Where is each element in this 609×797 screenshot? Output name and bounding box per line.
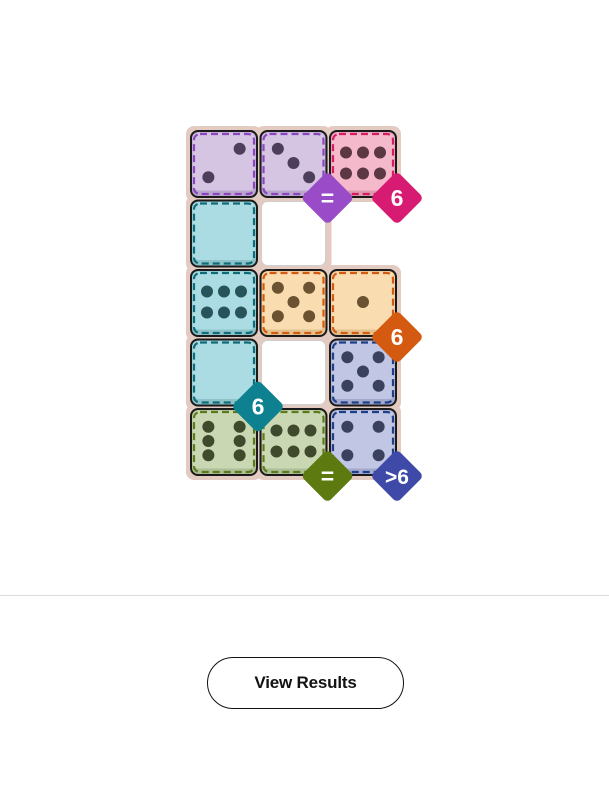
game-board: = 6 6 6 = >6 <box>0 0 609 595</box>
pip <box>287 157 300 169</box>
pip <box>218 285 230 298</box>
pip <box>287 445 300 458</box>
pip <box>372 351 385 364</box>
constraint-label: 6 <box>252 394 265 420</box>
pip <box>340 167 352 180</box>
pip <box>357 365 369 378</box>
die-face <box>192 132 256 191</box>
die-face <box>192 271 256 330</box>
pip <box>235 285 247 298</box>
pip <box>372 379 385 392</box>
pip <box>287 424 300 437</box>
pip <box>270 424 283 437</box>
pip <box>201 306 213 319</box>
pip <box>341 379 354 392</box>
pip <box>340 146 352 159</box>
pip <box>233 142 246 155</box>
die-face <box>331 410 395 469</box>
pip <box>341 449 354 462</box>
constraint-label: 6 <box>391 324 404 350</box>
constraint-label: 6 <box>391 185 404 211</box>
pip <box>304 424 317 437</box>
constraint-label: = <box>321 463 334 489</box>
pip <box>287 296 300 308</box>
pip <box>374 146 386 159</box>
pip <box>270 445 283 458</box>
die-cell[interactable] <box>259 269 328 337</box>
pip <box>357 146 369 159</box>
pip <box>202 449 215 462</box>
pip <box>201 285 213 298</box>
die-cell[interactable] <box>190 269 258 337</box>
constraint-label: = <box>321 185 334 211</box>
pip <box>303 310 316 323</box>
pip <box>357 167 369 180</box>
pip <box>303 171 316 184</box>
view-results-button[interactable]: View Results <box>207 657 404 709</box>
pip <box>304 445 317 458</box>
die-face <box>331 132 395 191</box>
pip <box>341 420 354 433</box>
pip <box>202 435 215 447</box>
pip <box>202 171 215 184</box>
pip <box>218 306 230 319</box>
die-face <box>192 341 256 399</box>
constraint-label: >6 <box>385 466 409 489</box>
pips-puzzle-grid: = 6 6 6 = >6 <box>186 126 422 501</box>
section-divider <box>0 595 609 596</box>
die-face <box>192 202 256 260</box>
pip <box>271 281 284 294</box>
pip <box>233 449 246 462</box>
die-cell[interactable] <box>190 130 258 198</box>
pip <box>372 449 385 462</box>
pip <box>357 296 369 308</box>
die-cell[interactable] <box>190 199 258 268</box>
pip <box>235 306 247 319</box>
pip <box>202 420 215 433</box>
pip <box>233 420 246 433</box>
pip <box>374 167 386 180</box>
pip <box>271 310 284 323</box>
pip <box>271 142 284 155</box>
pip <box>233 435 246 447</box>
pip <box>341 351 354 364</box>
pip <box>372 420 385 433</box>
pip <box>303 281 316 294</box>
